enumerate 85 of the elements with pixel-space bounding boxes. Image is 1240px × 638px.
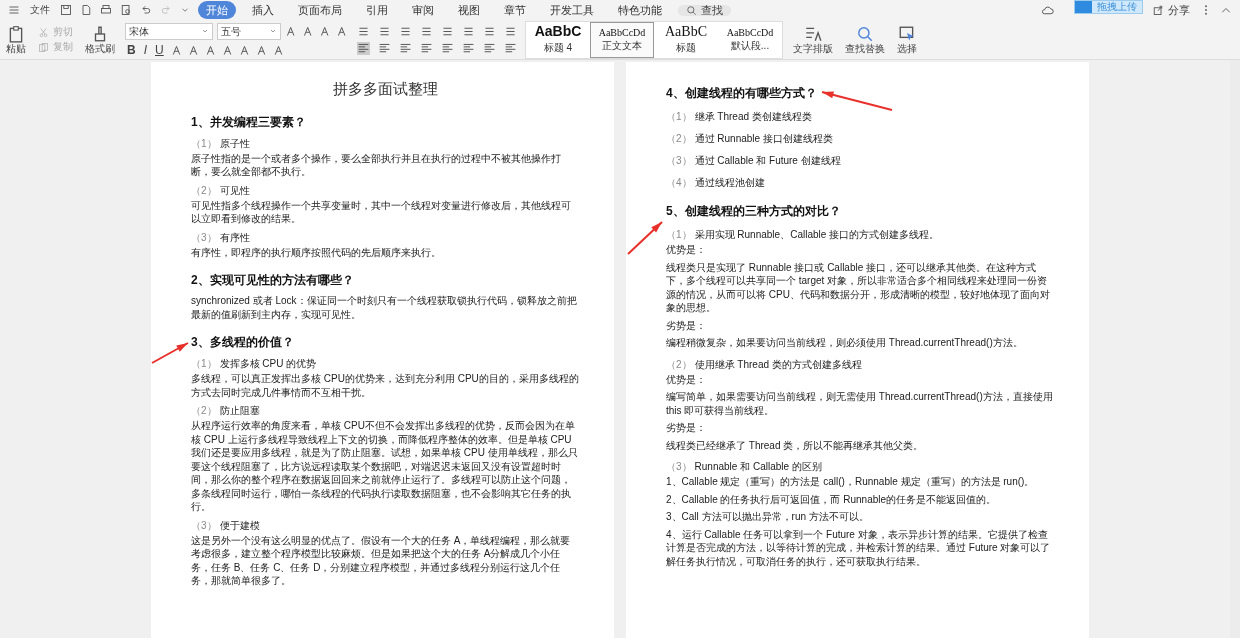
scissors-icon bbox=[38, 26, 49, 38]
list-item: （3） Runnable 和 Callable 的区别 bbox=[666, 460, 823, 474]
body-paragraph: 线程类已经继承了 Thread 类，所以不能再继承其他父类。 bbox=[666, 438, 925, 452]
list-item: （1） 发挥多核 CPU 的优势 bbox=[191, 357, 318, 371]
text-layout-icon bbox=[804, 25, 822, 43]
undo-icon[interactable] bbox=[140, 4, 152, 16]
body-paragraph: 多线程，可以真正发挥出多核 CPU的优势来，达到充分利用 CPU的目的，采用多线程的方式去同时完成几件事情而不互相干扰。 bbox=[191, 372, 580, 399]
search-icon bbox=[856, 25, 874, 43]
style-preset[interactable]: AaBbC 标题 4 bbox=[526, 21, 590, 58]
document-icon[interactable] bbox=[80, 4, 92, 16]
ribbon-tab[interactable]: 页面布局 bbox=[290, 0, 350, 20]
font-select[interactable]: 宋体 bbox=[125, 22, 213, 40]
body-paragraph: 编写简单，如果需要访问当前线程，则无需使用 Thread.currentThread()方法，直接使用 this 即可获得当前线程。 bbox=[666, 390, 1054, 417]
list-item: （2） 使用继承 Thread 类的方式创建多线程 bbox=[666, 357, 863, 372]
list-item: （2） 可见性 bbox=[191, 183, 251, 198]
cursor-select-icon bbox=[898, 25, 916, 43]
save-icon[interactable] bbox=[60, 4, 72, 16]
file-menu[interactable]: 文件 bbox=[28, 5, 52, 15]
font-name: 宋体 bbox=[129, 24, 149, 39]
annotation-arrow bbox=[627, 221, 663, 255]
ribbon-tab[interactable]: 开始 bbox=[198, 0, 236, 20]
find-replace-button[interactable]: 查找替换 bbox=[843, 25, 887, 54]
ribbon-tab[interactable]: 特色功能 bbox=[610, 0, 670, 20]
list-item: （1） 继承 Thread 类创建线程类 bbox=[666, 110, 813, 124]
section-heading: 1、并发编程三要素？ bbox=[191, 113, 306, 131]
underline-button[interactable]: U bbox=[153, 44, 166, 56]
cloud-icon[interactable] bbox=[1041, 3, 1054, 17]
ribbon-tab[interactable]: 审阅 bbox=[404, 0, 442, 20]
section-heading: 4、创建线程的有哪些方式？ bbox=[666, 85, 817, 102]
body-paragraph: 编程稍微复杂，如果要访问当前线程，则必须使用 Thread.currentThread()方法。 bbox=[666, 336, 1024, 350]
body-paragraph: 可见性指多个线程操作一个共享变量时，其中一个线程对变量进行修改后，其他线程可以立即看到修改的结果。 bbox=[191, 198, 572, 226]
body-paragraph: 优势是： bbox=[666, 372, 707, 386]
align-left-icon[interactable] bbox=[357, 41, 370, 55]
printer-icon[interactable] bbox=[100, 4, 112, 16]
body-paragraph: 这是另外一个没有这么明显的优点了。假设有一个大的任务 A，单线程编程，那么就要考虑很多，建立整个程序模型比较麻烦。但是如果把这个大的任务 A分解成几个小任务，任务 B、任务 C、任务 D，分别建立程序模型，并通过多线程分别运行这几个任务，那就简单很多了。 bbox=[191, 533, 572, 588]
section-heading: 2、实现可见性的方法有哪些？ bbox=[191, 272, 354, 289]
section-heading: 5、创建线程的三种方式的对比？ bbox=[666, 203, 841, 220]
ribbon-tab[interactable]: 视图 bbox=[450, 0, 488, 20]
clipboard-icon bbox=[7, 25, 25, 43]
format-painter-button[interactable]: 格式刷 bbox=[83, 25, 117, 54]
search-button[interactable]: 查找 bbox=[678, 4, 731, 16]
list-item: （1） 采用实现 Runnable、Callable 接口的方式创建多线程。 bbox=[666, 228, 941, 242]
body-paragraph: synchronized 或者 Lock：保证同一个时刻只有一个线程获取锁执行代码，锁释放之前把最新的值刷新到主内存，实现可见性。 bbox=[191, 294, 578, 321]
list-item: （3） 有序性 bbox=[191, 230, 251, 245]
section-heading: 3、多线程的价值？ bbox=[191, 334, 294, 351]
body-paragraph: 从程序运行效率的角度来看，单核 CPU不但不会发挥出多线程的优势，反而会因为在单核 CPU 上运行多线程导致线程上下文的切换，而降低程序整体的效率。但是单核 CPU 我们还是要应用多线程，就是为了防止阻塞。试想，如果单核 CPU 使用单线程，那么只要这个线程阻塞了，比方说远程读取某个数据吧，对端迟迟未返回又没有设置超时时间，那么你的整个程序在数据返回回来之前就停止运行了。多线程可以防止这个问题，多条线程同时运行，哪怕一条线程的代码执行读取数据阻塞，也不会影响其它任务的执行。 bbox=[191, 419, 579, 514]
body-paragraph: 有序性，即程序的执行顺序按照代码的先后顺序来执行。 bbox=[191, 245, 442, 259]
list-item: （1） 原子性 bbox=[191, 136, 251, 151]
copy-icon bbox=[38, 41, 49, 53]
list-item: （3） 通过 Callable 和 Future 创建线程 bbox=[666, 154, 842, 168]
document-title: 拼多多面试整理 bbox=[332, 79, 439, 100]
body-paragraph: 原子性指的是一个或者多个操作，要么全部执行并且在执行的过程中不被其他操作打断，要么就全部都不执行。 bbox=[191, 151, 562, 179]
list-item: （2） 防止阻塞 bbox=[191, 404, 261, 418]
text-layout-button[interactable]: 文字排版 bbox=[791, 25, 835, 54]
ribbon-tab[interactable]: 开发工具 bbox=[542, 0, 602, 20]
select-button[interactable]: 选择 bbox=[895, 25, 919, 54]
font-size-select[interactable]: 五号 bbox=[217, 22, 281, 40]
body-paragraph: 2、Callable 的任务执行后可返回值，而 Runnable的任务是不能返回值的。 bbox=[666, 492, 998, 506]
style-preset[interactable]: AaBbCcDd 默认段... bbox=[718, 21, 782, 58]
ribbon-tab[interactable]: 章节 bbox=[496, 0, 534, 20]
body-paragraph: 1、Callable 规定（重写）的方法是 call()，Runnable 规定（重写）的方法是 run()。 bbox=[666, 475, 1036, 489]
style-preset[interactable]: AaBbC 标题 bbox=[654, 21, 718, 58]
body-paragraph: 线程类只是实现了 Runnable 接口或 Callable 接口，还可以继承其他类。在这种方式下，多个线程可以共享同一个 target 对象，所以非常适合多个相同线程来处理同一份资源的情况，从而可以将 CPU、代码和数据分开，形成清晰的模型，较好地体现了面向对象的思想。 bbox=[666, 260, 1051, 315]
ribbon-tab[interactable]: 引用 bbox=[358, 0, 396, 20]
share-icon bbox=[1152, 4, 1164, 16]
annotation-arrow bbox=[151, 342, 189, 364]
body-paragraph: 3、Call 方法可以抛出异常，run 方法不可以。 bbox=[666, 510, 870, 524]
list-item: （2） 通过 Runnable 接口创建线程类 bbox=[666, 132, 834, 146]
paste-button[interactable]: 粘贴 bbox=[4, 25, 28, 54]
list-item: （3） 便于建模 bbox=[191, 518, 261, 533]
style-preset[interactable]: AaBbCcDd 正文文本 bbox=[590, 21, 654, 58]
caret-icon bbox=[269, 27, 277, 35]
preview-icon[interactable] bbox=[120, 4, 132, 16]
ribbon-tab[interactable]: 插入 bbox=[244, 0, 282, 20]
list-item: （4） 通过线程池创建 bbox=[666, 176, 766, 190]
share-button[interactable]: 分享 bbox=[1150, 4, 1192, 16]
body-paragraph: 优势是： bbox=[666, 243, 707, 257]
body-paragraph: 4、运行 Callable 任务可以拿到一个 Future 对象，表示异步计算的结果。它提供了检查计算是否完成的方法，以等待计算的完成，并检索计算的结果。通过 Future 对象可以了解任务执行情况，可取消任务的执行，还可获取执行结果。 bbox=[666, 527, 1052, 568]
search-icon bbox=[686, 4, 697, 16]
body-paragraph: 劣势是： bbox=[666, 421, 707, 435]
caret-icon bbox=[201, 27, 209, 35]
italic-button[interactable]: I bbox=[141, 44, 149, 56]
bold-button[interactable]: B bbox=[125, 44, 138, 56]
body-paragraph: 劣势是： bbox=[666, 318, 707, 332]
font-size: 五号 bbox=[221, 24, 241, 39]
